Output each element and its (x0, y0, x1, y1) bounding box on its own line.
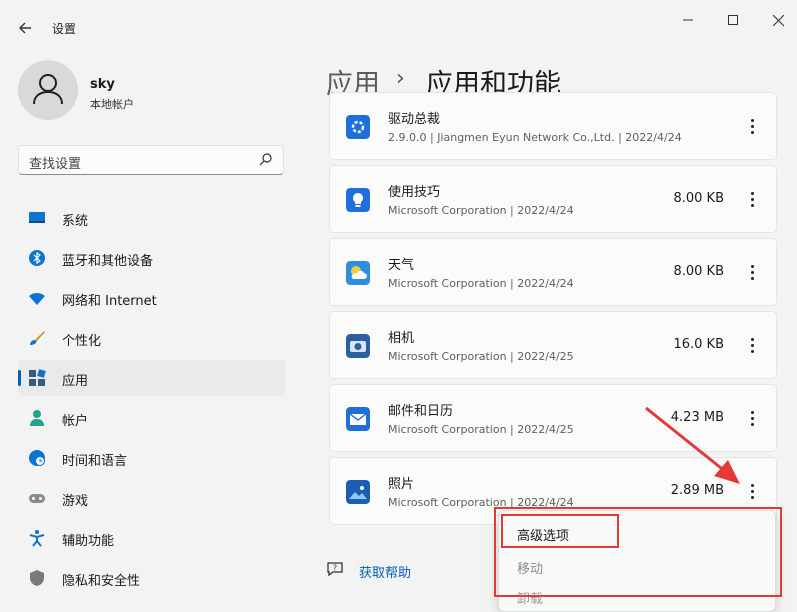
maximize-button[interactable] (713, 8, 753, 32)
monitor-icon (29, 212, 45, 223)
app-meta: Microsoft Corporation | 2022/4/24 (388, 277, 574, 290)
mail-icon (346, 407, 370, 431)
shield-icon (30, 570, 44, 586)
app-meta: Microsoft Corporation | 2022/4/25 (388, 423, 574, 436)
gear-app-icon (346, 115, 370, 139)
app-name: 驱动总裁 (388, 112, 441, 127)
annotation-arrow-icon (645, 406, 740, 484)
close-icon (772, 14, 784, 26)
maximize-icon (728, 15, 738, 25)
sidebar-item-label: 应用 (62, 374, 89, 389)
apps-icon (29, 369, 46, 386)
sidebar-item-privacy[interactable]: 隐私和安全性 (18, 560, 286, 596)
sidebar-item-label: 时间和语言 (62, 454, 128, 469)
sidebar-item-accounts[interactable]: 帐户 (18, 400, 286, 436)
help-icon: ? (327, 562, 343, 577)
person-icon (33, 74, 63, 105)
app-name: 天气 (388, 258, 415, 273)
minimize-button[interactable] (668, 8, 708, 32)
back-button[interactable] (14, 17, 36, 39)
back-arrow-icon (19, 22, 31, 34)
search-icon (259, 153, 272, 166)
app-meta: Microsoft Corporation | 2022/4/24 (388, 204, 574, 217)
weather-icon (346, 261, 370, 285)
app-size: 8.00 KB (673, 264, 724, 279)
app-size: 8.00 KB (673, 191, 724, 206)
sidebar-item-label: 网络和 Internet (62, 294, 157, 309)
app-row-tips[interactable]: 使用技巧 Microsoft Corporation | 2022/4/24 8… (329, 165, 777, 233)
more-options-button[interactable] (742, 259, 762, 285)
photos-icon (346, 480, 370, 504)
sidebar-item-time-language[interactable]: 时间和语言 (18, 440, 286, 476)
sidebar-item-label: 系统 (62, 214, 89, 229)
minimize-icon (683, 19, 693, 21)
lightbulb-icon (346, 188, 370, 212)
window-title: 设置 (52, 22, 77, 36)
app-name: 相机 (388, 331, 415, 346)
account-type: 本地帐户 (90, 98, 134, 111)
sidebar-item-system[interactable]: 系统 (18, 200, 286, 236)
sidebar-item-label: 辅助功能 (62, 534, 115, 549)
app-row-driver[interactable]: 驱动总裁 2.9.0.0 | Jiangmen Eyun Network Co.… (329, 92, 777, 160)
search-input[interactable]: 查找设置 (18, 145, 284, 175)
gamepad-icon (29, 494, 45, 503)
search-placeholder: 查找设置 (29, 157, 82, 172)
close-button[interactable] (758, 8, 797, 32)
sidebar-item-label: 帐户 (62, 414, 89, 429)
sidebar-item-apps[interactable]: 应用 (18, 360, 286, 396)
get-help-link[interactable]: 获取帮助 (359, 562, 411, 581)
app-name: 邮件和日历 (388, 404, 454, 419)
globe-clock-icon (29, 450, 45, 466)
user-name: sky (90, 77, 115, 92)
app-row-camera[interactable]: 相机 Microsoft Corporation | 2022/4/25 16.… (329, 311, 777, 379)
sidebar-item-label: 游戏 (62, 494, 89, 509)
app-size: 16.0 KB (673, 337, 724, 352)
app-name: 使用技巧 (388, 185, 441, 200)
sidebar-item-network[interactable]: 网络和 Internet (18, 280, 286, 316)
sidebar-item-personalization[interactable]: 个性化 (18, 320, 286, 356)
avatar[interactable] (18, 60, 78, 120)
person-icon (30, 410, 44, 426)
app-name: 照片 (388, 477, 415, 492)
accessibility-icon (29, 530, 45, 547)
app-row-weather[interactable]: 天气 Microsoft Corporation | 2022/4/24 8.0… (329, 238, 777, 306)
sidebar-item-accessibility[interactable]: 辅助功能 (18, 520, 286, 556)
breadcrumb-separator: › (396, 66, 405, 91)
selection-indicator (18, 370, 21, 386)
more-options-button[interactable] (742, 332, 762, 358)
app-meta: 2.9.0.0 | Jiangmen Eyun Network Co.,Ltd.… (388, 131, 682, 144)
camera-icon (346, 334, 370, 358)
svg-text:?: ? (333, 564, 337, 573)
sidebar-item-gaming[interactable]: 游戏 (18, 480, 286, 516)
more-options-button[interactable] (742, 186, 762, 212)
bluetooth-icon (29, 250, 45, 266)
brush-icon (30, 331, 45, 345)
wifi-icon (29, 293, 45, 305)
app-meta: Microsoft Corporation | 2022/4/25 (388, 350, 574, 363)
more-options-button[interactable] (742, 113, 762, 139)
sidebar-item-label: 个性化 (62, 334, 102, 349)
sidebar-item-bluetooth[interactable]: 蓝牙和其他设备 (18, 240, 286, 276)
sidebar-item-label: 隐私和安全性 (62, 574, 141, 589)
sidebar-item-label: 蓝牙和其他设备 (62, 254, 154, 269)
annotation-box-advanced (501, 514, 619, 548)
